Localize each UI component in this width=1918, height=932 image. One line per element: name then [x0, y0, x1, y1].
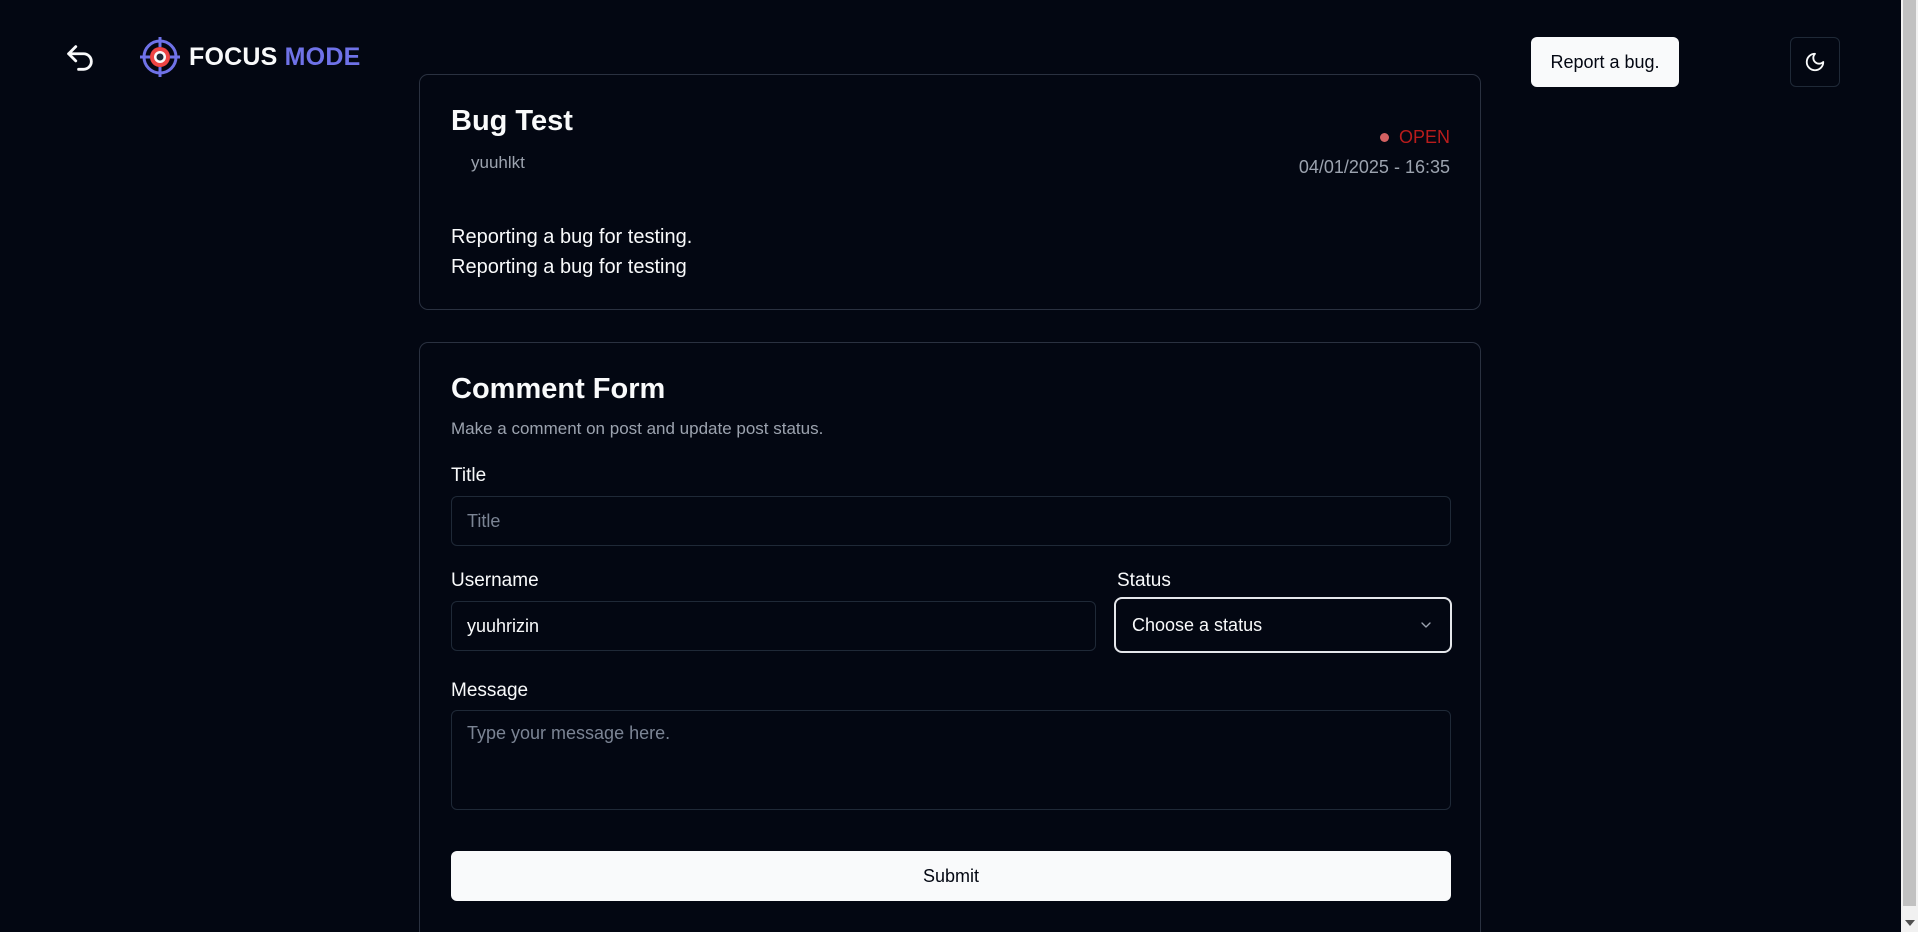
username-input[interactable]: [451, 601, 1096, 651]
logo-text: FOCUS MODE: [189, 43, 360, 72]
submit-button[interactable]: Submit: [451, 851, 1451, 901]
post-title: Bug Test: [451, 105, 573, 137]
post-body-line: Reporting a bug for testing.: [451, 226, 693, 248]
status-text: OPEN: [1398, 127, 1450, 147]
message-label: Message: [451, 680, 529, 701]
chevron-down-icon: [1421, 622, 1431, 628]
scrollbar-thumb[interactable]: [1903, 0, 1916, 906]
form-description: Make a comment on post and update post s…: [451, 419, 824, 438]
logo-word-focus: FOCUS: [189, 42, 278, 71]
post-card: Bug Test yuuhlkt OPEN 04/01/2025 - 16:35…: [419, 74, 1481, 310]
page: FOCUS MODE Report a bug. Bug Test yuuhlk…: [0, 0, 1918, 932]
status-dot-icon: [1379, 133, 1389, 142]
post-date: 04/01/2025 - 16:35: [1298, 157, 1450, 177]
message-textarea[interactable]: [451, 710, 1451, 810]
status-label: Status: [1117, 570, 1171, 591]
undo-arrow-icon: [67, 45, 93, 71]
report-bug-button[interactable]: Report a bug.: [1531, 37, 1679, 87]
username-label: Username: [451, 570, 539, 591]
moon-icon: [1805, 52, 1825, 72]
status-badge: OPEN: [1379, 127, 1450, 148]
vertical-scrollbar[interactable]: [1901, 0, 1918, 932]
scroll-down-arrow-icon[interactable]: [1905, 920, 1915, 926]
target-crosshair-icon: [140, 37, 180, 77]
comment-form-card: Comment Form Make a comment on post and …: [419, 342, 1481, 932]
logo-word-mode: MODE: [284, 42, 361, 71]
status-select[interactable]: Choose a status: [1114, 597, 1452, 653]
post-author: yuuhlkt: [471, 153, 525, 172]
form-title: Comment Form: [451, 373, 666, 405]
title-input[interactable]: [451, 496, 1451, 546]
back-button[interactable]: [60, 38, 100, 78]
status-select-value: Choose a status: [1132, 614, 1263, 635]
post-body-line: Reporting a bug for testing: [451, 256, 687, 278]
theme-toggle-button[interactable]: [1790, 37, 1840, 87]
post-body: Reporting a bug for testing. Reporting a…: [451, 222, 692, 282]
title-label: Title: [451, 465, 487, 486]
logo[interactable]: FOCUS MODE: [139, 36, 360, 78]
